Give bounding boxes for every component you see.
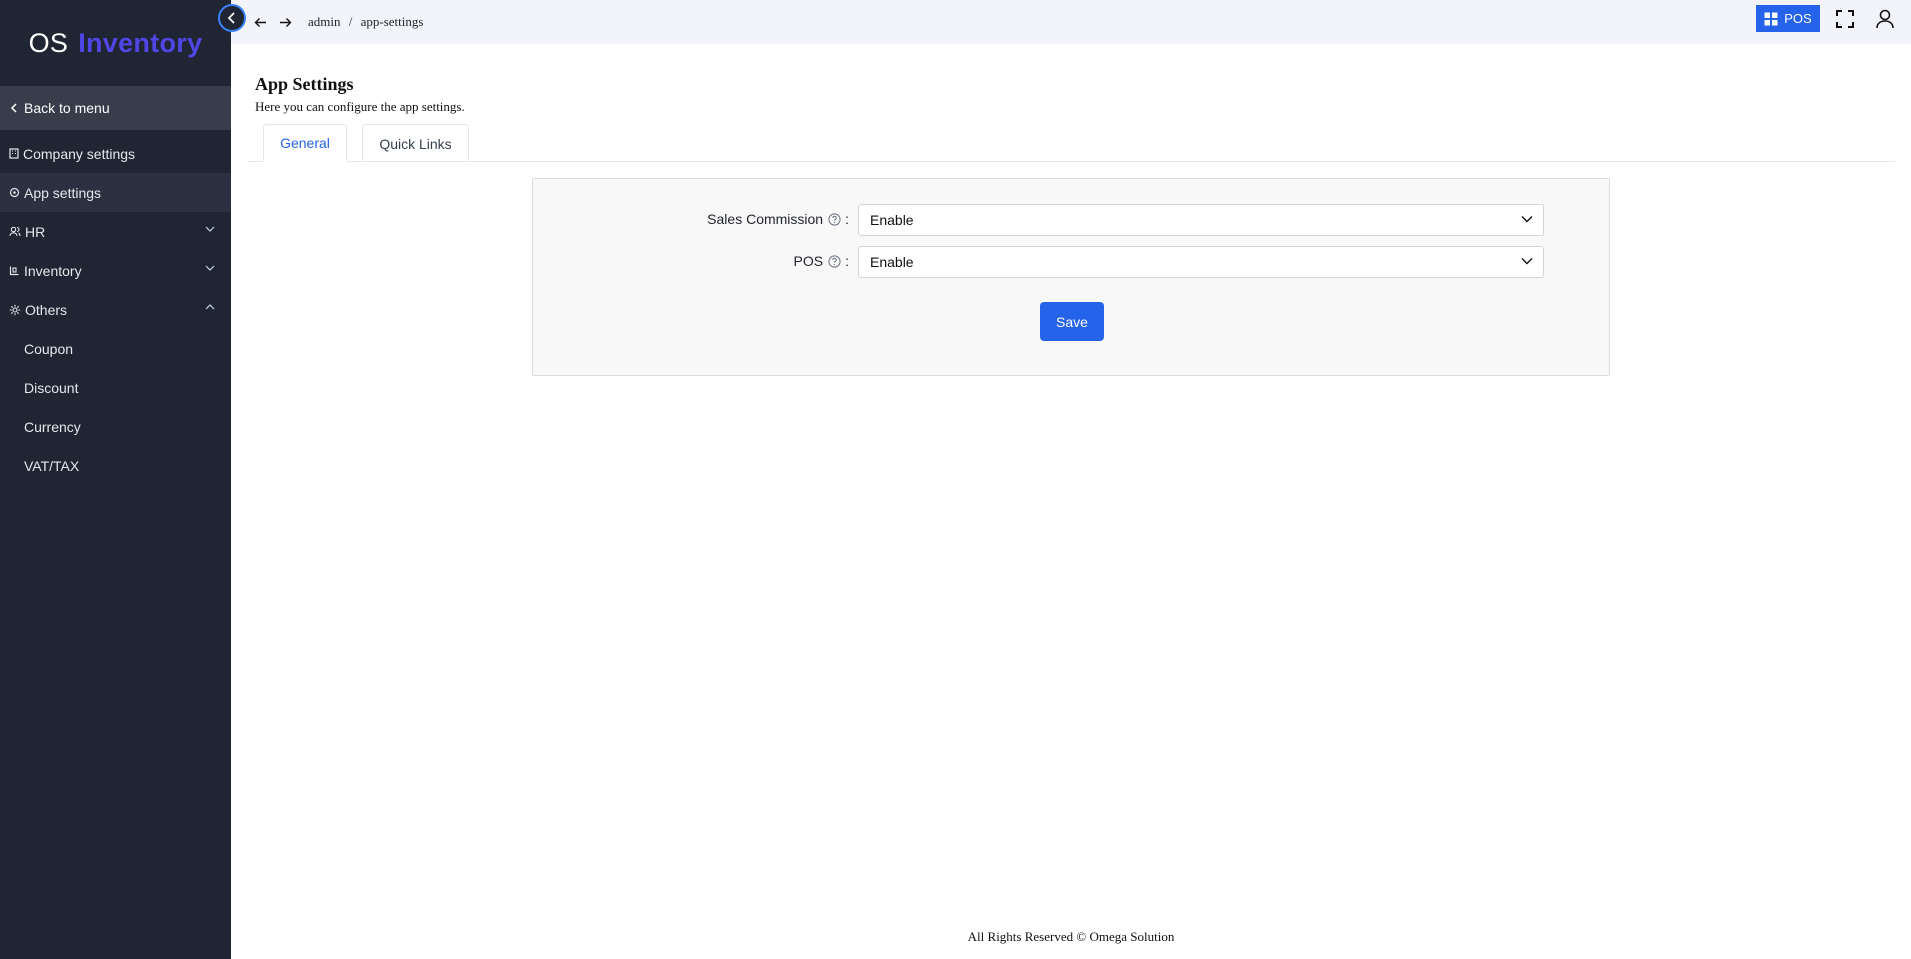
sidebar-item-label: App settings — [24, 184, 102, 201]
logo-text-inventory: Inventory — [78, 27, 203, 58]
sidebar-subitem-vat-tax[interactable]: VAT/TAX — [0, 446, 231, 485]
chevron-down-icon — [205, 226, 215, 232]
user-icon[interactable] — [1876, 9, 1894, 29]
sidebar-item-others[interactable]: Others — [0, 290, 231, 329]
nav-back-button[interactable] — [249, 11, 271, 33]
sales-commission-select[interactable]: Enable — [858, 204, 1544, 236]
settings-form-card: Sales Commission : Enable POS : Enable S… — [532, 178, 1610, 376]
pos-button[interactable]: POS — [1756, 5, 1820, 32]
arrow-right-icon — [279, 17, 291, 27]
page-subtitle: Here you can configure the app settings. — [255, 99, 465, 114]
breadcrumb-current: app-settings — [360, 14, 424, 29]
chevron-down-icon — [1521, 216, 1533, 223]
sidebar-item-label: Company settings — [23, 145, 136, 162]
top-bar: admin / app-settings POS — [231, 0, 1911, 44]
chevron-down-icon — [205, 265, 215, 271]
sidebar-item-label: Inventory — [24, 262, 82, 279]
sidebar-subitem-discount[interactable]: Discount — [0, 368, 231, 407]
save-button[interactable]: Save — [1040, 302, 1104, 341]
chevron-up-icon — [205, 304, 215, 310]
users-icon — [9, 226, 21, 237]
chevron-left-icon — [10, 103, 17, 113]
breadcrumb-root[interactable]: admin — [308, 14, 341, 29]
back-to-menu-label: Back to menu — [24, 100, 110, 116]
field-colon: : — [845, 211, 849, 227]
sidebar-subitem-currency[interactable]: Currency — [0, 407, 231, 446]
box-icon — [9, 266, 19, 276]
sidebar-item-label: HR — [25, 223, 46, 240]
grid-icon — [1764, 12, 1778, 25]
form-row-pos: POS : Enable — [533, 246, 1609, 278]
sidebar-collapse-button[interactable] — [218, 4, 246, 32]
field-colon: : — [845, 253, 849, 269]
logo-text-os: OS — [28, 27, 69, 58]
arrow-left-icon — [254, 17, 266, 27]
pos-label: POS : — [794, 253, 849, 269]
sidebar-item-label: Others — [25, 301, 68, 318]
select-value: Enable — [870, 212, 914, 228]
gear-icon — [9, 304, 21, 315]
main-content: App Settings Here you can configure the … — [231, 44, 1911, 959]
fullscreen-icon[interactable] — [1836, 10, 1854, 28]
select-value: Enable — [870, 254, 914, 270]
back-to-menu-button[interactable]: Back to menu — [0, 86, 231, 130]
field-label-text: POS — [793, 253, 824, 269]
breadcrumb-separator: / — [348, 14, 353, 29]
sidebar: OS Inventory Back to menu Company settin… — [0, 0, 231, 959]
sidebar-item-hr[interactable]: HR — [0, 212, 231, 251]
pos-button-label: POS — [1784, 11, 1812, 26]
app-settings-icon — [9, 187, 20, 198]
chevron-left-icon — [227, 12, 235, 24]
chevron-down-icon — [1521, 258, 1533, 265]
sidebar-item-app-settings[interactable]: App settings — [0, 173, 231, 212]
pos-select[interactable]: Enable — [858, 246, 1544, 278]
footer-copyright: All Rights Reserved © Omega Solution — [967, 929, 1175, 944]
tab-general[interactable]: General — [263, 124, 347, 162]
form-row-sales-commission: Sales Commission : Enable — [533, 204, 1609, 236]
sidebar-subitem-coupon[interactable]: Coupon — [0, 329, 231, 368]
tab-bar: General Quick Links — [247, 124, 1895, 162]
nav-forward-button[interactable] — [274, 11, 296, 33]
sidebar-item-inventory[interactable]: Inventory — [0, 251, 231, 290]
help-circle-icon[interactable] — [828, 254, 841, 268]
breadcrumb: admin / app-settings — [308, 14, 428, 30]
page-title: App Settings — [255, 74, 354, 94]
building-icon — [9, 148, 19, 159]
tab-quick-links[interactable]: Quick Links — [362, 124, 469, 162]
field-label-text: Sales Commission — [707, 211, 824, 227]
sidebar-item-company-settings[interactable]: Company settings — [0, 134, 231, 173]
sales-commission-label: Sales Commission : — [707, 211, 849, 227]
help-circle-icon[interactable] — [828, 212, 841, 226]
app-logo: OS Inventory — [0, 0, 231, 86]
